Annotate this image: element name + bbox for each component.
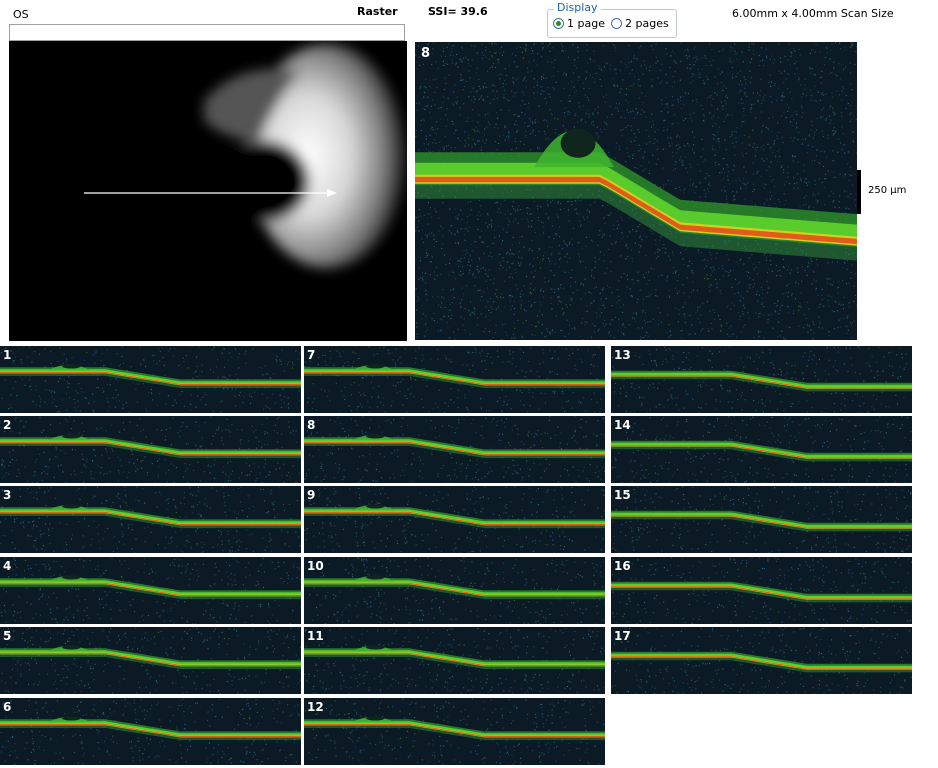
display-1-page-label: 1 page	[567, 17, 605, 30]
thumbnail-number: 6	[3, 700, 12, 714]
raster-thumbnail-8[interactable]: 8	[304, 416, 605, 483]
raster-thumbnail-7[interactable]: 7	[304, 346, 605, 413]
eye-label: OS	[13, 8, 29, 21]
main-scan-number: 8	[421, 46, 431, 61]
raster-thumbnail-17[interactable]: 17	[611, 627, 912, 694]
display-2-pages-radio[interactable]: 2 pages	[611, 17, 669, 30]
thumbnail-number: 7	[307, 348, 316, 362]
fundus-toolbar	[9, 24, 405, 41]
display-1-page-radio[interactable]: 1 page	[553, 17, 605, 30]
radio-selected-icon[interactable]	[553, 18, 564, 29]
raster-thumbnail-2[interactable]: 2	[0, 416, 301, 483]
raster-thumbnail-16[interactable]: 16	[611, 557, 912, 624]
scan-mode-label: Raster	[357, 5, 398, 18]
thumbnail-number: 12	[307, 700, 324, 714]
display-legend: Display	[554, 1, 601, 14]
raster-thumbnail-1[interactable]: 1	[0, 346, 301, 413]
thumbnail-number: 5	[3, 629, 12, 643]
raster-thumbnail-14[interactable]: 14	[611, 416, 912, 483]
scale-label: 250 µm	[868, 185, 907, 196]
radio-unselected-icon[interactable]	[611, 18, 622, 29]
ssi-label: SSI= 39.6	[428, 5, 488, 18]
main-oct-scan[interactable]: 8	[415, 42, 857, 340]
raster-thumbnail-13[interactable]: 13	[611, 346, 912, 413]
raster-thumbnail-9[interactable]: 9	[304, 486, 605, 553]
thumbnail-number: 15	[614, 488, 631, 502]
raster-thumbnail-5[interactable]: 5	[0, 627, 301, 694]
thumbnail-number: 1	[3, 348, 12, 362]
raster-thumbnail-12[interactable]: 12	[304, 698, 605, 765]
thumbnail-number: 17	[614, 629, 631, 643]
thumbnail-number: 16	[614, 559, 631, 573]
scale-bar	[857, 170, 861, 214]
thumbnail-number: 9	[307, 488, 316, 502]
thumbnail-number: 3	[3, 488, 12, 502]
raster-thumbnail-15[interactable]: 15	[611, 486, 912, 553]
scan-size-label: 6.00mm x 4.00mm Scan Size	[732, 7, 894, 20]
display-2-pages-label: 2 pages	[625, 17, 669, 30]
raster-thumbnail-4[interactable]: 4	[0, 557, 301, 624]
thumbnail-number: 10	[307, 559, 324, 573]
thumbnail-number: 2	[3, 418, 12, 432]
raster-thumbnail-11[interactable]: 11	[304, 627, 605, 694]
thumbnail-number: 4	[3, 559, 12, 573]
fundus-image[interactable]	[9, 41, 407, 341]
raster-thumbnail-10[interactable]: 10	[304, 557, 605, 624]
thumbnail-number: 13	[614, 348, 631, 362]
thumbnail-number: 11	[307, 629, 324, 643]
thumbnail-number: 14	[614, 418, 631, 432]
raster-thumbnail-6[interactable]: 6	[0, 698, 301, 765]
raster-thumbnail-3[interactable]: 3	[0, 486, 301, 553]
thumbnail-number: 8	[307, 418, 316, 432]
